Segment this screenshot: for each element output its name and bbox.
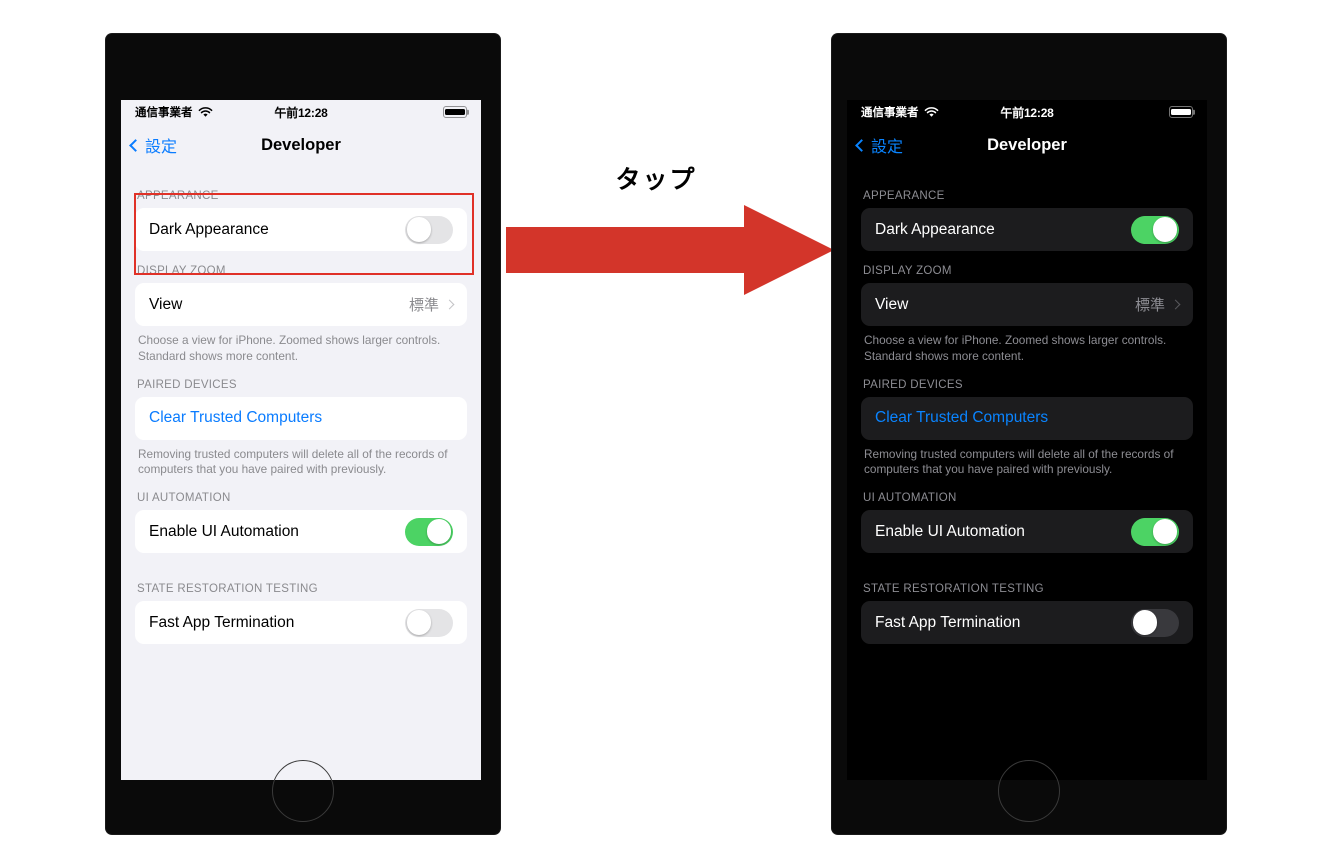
settings-list-dark: APPEARANCE Dark Appearance DISPLAY ZOOM … — [847, 166, 1207, 645]
toggle-dark-appearance[interactable] — [1131, 215, 1179, 244]
chevron-left-icon — [129, 138, 142, 152]
group-paired-devices: Clear Trusted Computers — [861, 396, 1193, 440]
chevron-right-icon — [1170, 299, 1181, 310]
group-display-zoom: View 標準 — [135, 283, 467, 326]
home-button[interactable] — [272, 760, 334, 822]
red-right-arrow — [506, 205, 834, 295]
section-header-paired-devices: PAIRED DEVICES — [863, 378, 963, 391]
settings-list: APPEARANCE Dark Appearance DISPLAY ZOOM … — [121, 166, 481, 645]
group-display-zoom: View 標準 — [861, 283, 1193, 326]
group-ui-automation: Enable UI Automation — [861, 510, 1193, 554]
section-header-appearance: APPEARANCE — [863, 190, 945, 202]
chevron-right-icon — [444, 299, 455, 310]
footnote-paired-devices: Removing trusted computers will delete a… — [138, 446, 448, 477]
nav-bar: 設定 Developer — [121, 124, 481, 166]
row-dark-appearance[interactable]: Dark Appearance — [135, 208, 467, 251]
phone-after: 通信事業者 午前12:28 設定 Developer APPEARANCE Da… — [832, 34, 1226, 834]
row-label-clear-trusted-computers: Clear Trusted Computers — [149, 409, 323, 427]
status-right — [443, 106, 467, 118]
row-label-dark-appearance: Dark Appearance — [875, 220, 995, 238]
section-header-ui-automation: UI AUTOMATION — [137, 492, 231, 505]
section-header-state-restoration: STATE RESTORATION TESTING — [137, 583, 318, 596]
screen-dark: 通信事業者 午前12:28 設定 Developer APPEARANCE Da… — [847, 100, 1207, 780]
row-clear-trusted-computers[interactable]: Clear Trusted Computers — [135, 397, 467, 440]
row-view[interactable]: View 標準 — [861, 283, 1193, 326]
status-bar: 通信事業者 午前12:28 — [121, 100, 481, 124]
nav-bar-dark: 設定 Developer — [847, 124, 1207, 166]
row-clear-trusted-computers[interactable]: Clear Trusted Computers — [861, 397, 1193, 440]
row-label-enable-ui-automation: Enable UI Automation — [875, 522, 1025, 540]
row-label-enable-ui-automation: Enable UI Automation — [149, 522, 299, 540]
phone-before: 通信事業者 午前12:28 設定 Developer APPEARANCE Da… — [106, 34, 500, 834]
screen-light: 通信事業者 午前12:28 設定 Developer APPEARANCE Da… — [121, 100, 481, 780]
group-paired-devices: Clear Trusted Computers — [135, 396, 467, 440]
battery-icon — [1169, 106, 1193, 118]
footnote-display-zoom: Choose a view for iPhone. Zoomed shows l… — [864, 333, 1167, 363]
group-appearance: Dark Appearance — [135, 208, 467, 251]
row-view[interactable]: View 標準 — [135, 283, 467, 326]
row-value-view: 標準 — [408, 297, 439, 314]
section-header-ui-automation: UI AUTOMATION — [863, 492, 957, 505]
toggle-fast-app-termination[interactable] — [405, 608, 453, 637]
row-fast-app-termination[interactable]: Fast App Termination — [135, 601, 467, 644]
back-label: 設定 — [871, 139, 904, 156]
section-header-state-restoration: STATE RESTORATION TESTING — [863, 583, 1044, 596]
row-fast-app-termination[interactable]: Fast App Termination — [861, 601, 1193, 644]
back-button[interactable]: 設定 — [129, 133, 178, 157]
row-label-fast-app-termination: Fast App Termination — [875, 613, 1021, 631]
section-header-paired-devices: PAIRED DEVICES — [137, 378, 237, 391]
footnote-display-zoom: Choose a view for iPhone. Zoomed shows l… — [138, 333, 441, 363]
back-button[interactable]: 設定 — [855, 133, 904, 157]
row-value-view: 標準 — [1134, 297, 1165, 314]
back-label: 設定 — [145, 139, 178, 156]
row-label-view: View — [875, 295, 909, 313]
group-ui-automation: Enable UI Automation — [135, 510, 467, 554]
row-enable-ui-automation[interactable]: Enable UI Automation — [861, 510, 1193, 553]
group-state-restoration: Fast App Termination — [861, 601, 1193, 645]
group-state-restoration: Fast App Termination — [135, 601, 467, 645]
toggle-enable-ui-automation[interactable] — [1131, 517, 1179, 546]
toggle-enable-ui-automation[interactable] — [405, 517, 453, 546]
row-enable-ui-automation[interactable]: Enable UI Automation — [135, 510, 467, 553]
row-label-fast-app-termination: Fast App Termination — [149, 613, 295, 631]
status-bar-dark: 通信事業者 午前12:28 — [847, 100, 1207, 124]
section-header-display-zoom: DISPLAY ZOOM — [137, 265, 226, 277]
section-header-appearance: APPEARANCE — [137, 190, 219, 202]
status-right-dark — [1169, 106, 1193, 118]
section-header-display-zoom: DISPLAY ZOOM — [863, 265, 952, 277]
chevron-left-icon — [855, 138, 868, 152]
row-label-view: View — [149, 295, 183, 313]
footnote-paired-devices: Removing trusted computers will delete a… — [864, 446, 1174, 477]
row-dark-appearance[interactable]: Dark Appearance — [861, 208, 1193, 251]
toggle-dark-appearance[interactable] — [405, 215, 453, 244]
status-time: 午前12:28 — [1000, 105, 1054, 120]
battery-icon — [443, 106, 467, 118]
toggle-fast-app-termination[interactable] — [1131, 608, 1179, 637]
row-label-clear-trusted-computers: Clear Trusted Computers — [875, 409, 1049, 427]
home-button[interactable] — [998, 760, 1060, 822]
group-appearance: Dark Appearance — [861, 208, 1193, 251]
status-time: 午前12:28 — [274, 105, 328, 120]
tap-caption: タップ — [615, 165, 697, 194]
row-label-dark-appearance: Dark Appearance — [149, 220, 269, 238]
